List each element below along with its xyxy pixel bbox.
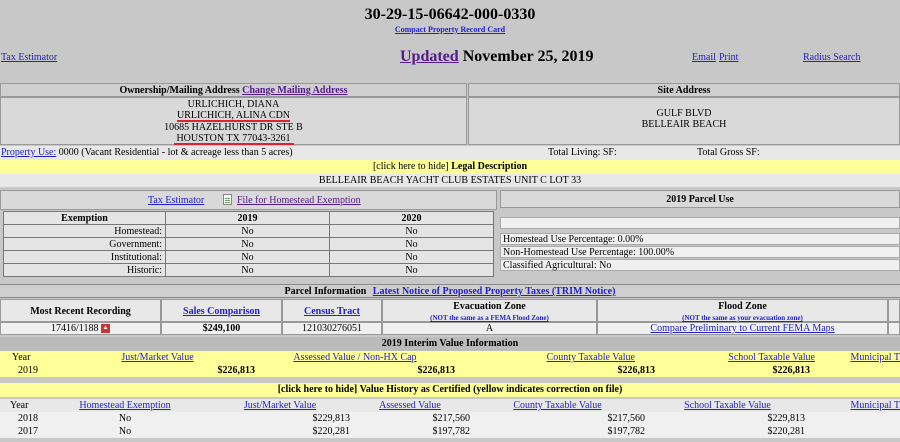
interim-year-header: Year (0, 351, 60, 364)
year-2020-col-header: 2020 (329, 211, 494, 225)
interim-school-taxable-link[interactable]: School Taxable Value (728, 352, 815, 363)
interim-value-bar: 2019 Interim Value Information (0, 337, 900, 351)
table-row: Institutional: No No (3, 250, 494, 264)
flood-zone-note-link[interactable]: (NOT the same as your evacuation zone) (682, 314, 803, 322)
homestead-use-pct: Homestead Use Percentage: 0.00% (500, 233, 900, 245)
ownership-heading: Ownership/Mailing Address Change Mailing… (0, 83, 467, 97)
history-county-taxable-link[interactable]: County Taxable Value (513, 400, 601, 411)
history-year-header: Year (0, 399, 40, 412)
parcel-info-label: Parcel Information (284, 286, 367, 297)
site-line-1: GULF BLVD (656, 108, 712, 119)
owner-line-1: URLICHICH, DIANA (187, 99, 280, 110)
compact-card-link[interactable]: Compact Property Record Card (0, 25, 900, 34)
history-just-market-link[interactable]: Just/Market Value (244, 400, 316, 411)
exemption-header-bar: Tax Estimator File for Homestead Exempti… (0, 190, 497, 210)
updated-link[interactable]: Updated (400, 48, 459, 65)
table-row: Historic: No No (3, 263, 494, 277)
property-use-row: Property Use: 0000 (Vacant Residential -… (0, 146, 900, 160)
interim-assessed-value: $226,813 (255, 364, 455, 377)
interim-school-taxable-value: $226,813 (655, 364, 810, 377)
interim-county-taxable-value: $226,813 (455, 364, 655, 377)
pdf-icon[interactable]: ▲ (100, 324, 110, 334)
legal-label: Legal Description (451, 161, 528, 172)
page-header: 30-29-15-06642-000-0330 Compact Property… (0, 0, 900, 82)
legal-toggle[interactable]: [click here to hide] (373, 161, 449, 172)
owner-line-3: 10685 HAZELHURST DR STE B (164, 122, 303, 133)
updated-date: Updated November 25, 2019 (400, 48, 593, 66)
parcel-use-blank-row (500, 217, 900, 229)
recording-header-row: Most Recent Recording Sales Comparison C… (0, 299, 900, 322)
history-toggle[interactable]: [click here to hide] (278, 384, 358, 395)
site-address-heading: Site Address (468, 83, 900, 97)
owner-line-2: URLICHICH, ALINA CDN (176, 110, 291, 122)
exemption-table: Exemption 2019 2020 Homestead: No No Gov… (3, 211, 494, 277)
interim-year-value: 2019 (0, 364, 60, 377)
flood-zone-header: Flood Zone (NOT the same as your evacuat… (597, 299, 888, 322)
interim-just-market-link[interactable]: Just/Market Value (121, 352, 193, 363)
census-value: 121030276051 (282, 322, 382, 335)
history-title: Value History as Certified (yellow indic… (359, 384, 623, 395)
year-2019-col-header: 2019 (165, 211, 330, 225)
classified-agricultural: Classified Agricultural: No (500, 259, 900, 271)
legal-description-bar: [click here to hide] Legal Description (0, 160, 900, 174)
site-line-2: BELLEAIR BEACH (641, 119, 727, 130)
fema-maps-link[interactable]: Compare Preliminary to Current FEMA Maps (650, 323, 834, 334)
radius-search-link[interactable]: Radius Search (803, 52, 861, 63)
evac-zone-note-link[interactable]: (NOT the same as a FEMA Flood Zone) (430, 314, 549, 322)
parcel-information-bar: Parcel Information Latest Notice of Prop… (0, 284, 900, 298)
table-row: 2017 (0, 425, 40, 438)
table-row: Homestead: No No (3, 224, 494, 238)
total-living-label: Total Living: SF: (548, 147, 617, 158)
total-gross-label: Total Gross SF: (697, 147, 760, 158)
homestead-exemption-link[interactable]: File for Homestead Exemption (237, 195, 361, 206)
interim-county-taxable-link[interactable]: County Taxable Value (547, 352, 635, 363)
value-history-bar: [click here to hide] Value History as Ce… (0, 383, 900, 397)
recording-value-cell: 17416/1188 ▲ (0, 322, 161, 335)
site-address-block: GULF BLVD BELLEAIR BEACH (468, 97, 900, 145)
print-link[interactable]: Print (719, 52, 738, 63)
tax-estimator-link-2[interactable]: Tax Estimator (148, 195, 204, 206)
table-row: 2018 (0, 412, 40, 425)
evacuation-zone-header: Evacuation Zone (NOT the same as a FEMA … (382, 299, 597, 322)
history-municipal-link[interactable]: Municipal T (850, 400, 900, 411)
updated-date-text: November 25, 2019 (462, 48, 594, 65)
history-school-taxable-link[interactable]: School Taxable Value (684, 400, 771, 411)
sales-comparison-link[interactable]: Sales Comparison (183, 306, 260, 317)
interim-municipal-link[interactable]: Municipal T (850, 352, 900, 363)
history-homestead-link[interactable]: Homestead Exemption (79, 400, 170, 411)
legal-description-text: BELLEAIR BEACH YACHT CLUB ESTATES UNIT C… (0, 174, 900, 187)
document-icon (223, 194, 237, 206)
email-link[interactable]: Email (692, 52, 716, 63)
change-mailing-address-link[interactable]: Change Mailing Address (242, 85, 347, 96)
exemption-col-header: Exemption (3, 211, 166, 225)
evac-zone-value: A (382, 322, 597, 335)
census-tract-link[interactable]: Census Tract (304, 306, 360, 317)
tax-estimator-link[interactable]: Tax Estimator (1, 52, 57, 63)
trim-notice-link[interactable]: Latest Notice of Proposed Property Taxes… (373, 286, 616, 297)
parcel-use-heading: 2019 Parcel Use (500, 190, 900, 208)
history-assessed-link[interactable]: Assessed Value (379, 400, 441, 411)
interim-just-market-value: $226,813 (60, 364, 255, 377)
non-homestead-use-pct: Non-Homestead Use Percentage: 100.00% (500, 246, 900, 258)
owner-address-block: URLICHICH, DIANA URLICHICH, ALINA CDN 10… (0, 97, 467, 145)
parcel-number: 30-29-15-06642-000-0330 (364, 6, 536, 23)
interim-assessed-link[interactable]: Assessed Value / Non-HX Cap (293, 352, 416, 363)
property-use-value: 0000 (Vacant Residential - lot & acreage… (58, 147, 293, 158)
recording-value: 17416/1188 (51, 323, 99, 334)
table-row: Government: No No (3, 237, 494, 251)
property-use-link[interactable]: Property Use: (1, 147, 56, 158)
most-recent-recording-header: Most Recent Recording (0, 299, 161, 322)
sales-value: $249,100 (161, 322, 282, 335)
owner-line-4: HOUSTON TX 77043-3261 (173, 133, 294, 145)
